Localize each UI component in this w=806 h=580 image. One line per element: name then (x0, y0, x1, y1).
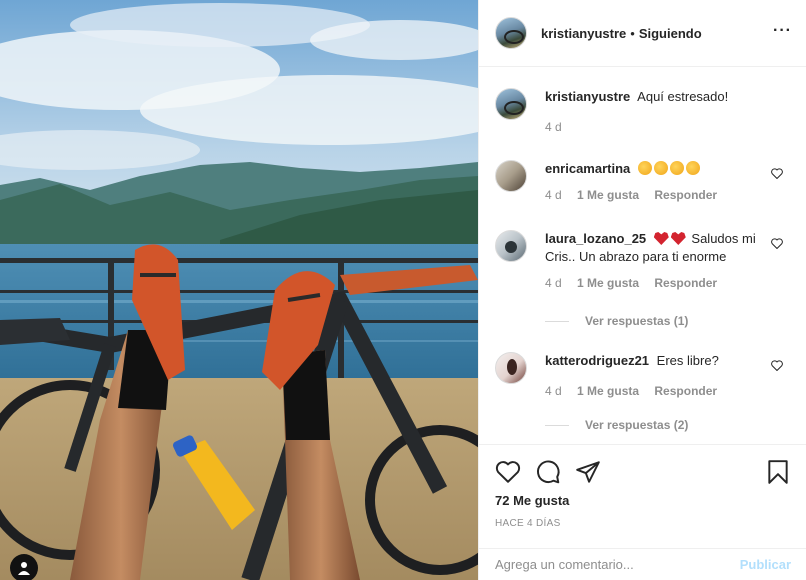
comment-item: katterodriguez21 Eres libre? 4 d 1 Me gu… (495, 352, 791, 400)
avatar[interactable] (495, 17, 527, 49)
caption-text: Aquí estresado! (637, 89, 729, 104)
reply-button[interactable]: Responder (654, 276, 717, 290)
comment-item: laura_lozano_25 Saludos mi Cris.. Un abr… (495, 230, 791, 292)
avatar[interactable] (495, 352, 527, 384)
avatar[interactable] (495, 88, 527, 120)
comment-item: enricamartina 4 d 1 Me gusta Responder (495, 160, 791, 204)
comment-text: Eres libre? (656, 353, 719, 368)
author-username[interactable]: kristianyustre (541, 26, 626, 41)
caption-time[interactable]: 4 d (545, 120, 562, 134)
follow-status-button[interactable]: Siguiendo (639, 26, 702, 41)
replies-divider (545, 320, 569, 322)
more-horizontal-icon[interactable]: ··· (773, 23, 792, 39)
comment-time[interactable]: 4 d (545, 276, 562, 290)
comment-likes[interactable]: 1 Me gusta (577, 384, 639, 398)
comment-time[interactable]: 4 d (545, 384, 562, 398)
comment-username[interactable]: enricamartina (545, 161, 630, 176)
comment-icon[interactable] (535, 459, 561, 485)
posted-time[interactable]: HACE 4 DÍAS (495, 518, 561, 529)
heart-icon[interactable] (495, 459, 521, 485)
view-replies-button[interactable]: Ver respuestas (1) (545, 314, 688, 328)
reply-button[interactable]: Responder (654, 188, 717, 202)
comment-username[interactable]: katterodriguez21 (545, 353, 649, 368)
cyclist-lake-photo (0, 0, 478, 580)
comment-username[interactable]: laura_lozano_25 (545, 231, 646, 246)
comment-time[interactable]: 4 d (545, 188, 562, 202)
comment-input[interactable] (495, 557, 735, 572)
caption-username[interactable]: kristianyustre (545, 89, 630, 104)
separator-dot: • (630, 25, 635, 41)
like-comment-icon[interactable] (771, 238, 783, 249)
comment-likes[interactable]: 1 Me gusta (577, 276, 639, 290)
likes-count[interactable]: 72 Me gusta (495, 493, 569, 508)
post-header: kristianyustre • Siguiendo ··· (479, 0, 806, 67)
share-icon[interactable] (575, 459, 601, 485)
reply-button[interactable]: Responder (654, 384, 717, 398)
view-replies-label: Ver respuestas (1) (585, 314, 689, 328)
post-details-panel: kristianyustre • Siguiendo ··· kristiany… (478, 0, 806, 580)
post-actions: 72 Me gusta HACE 4 DÍAS (479, 444, 806, 548)
avatar[interactable] (495, 230, 527, 262)
heart-emoji (653, 231, 688, 246)
view-replies-button[interactable]: Ver respuestas (2) (545, 418, 688, 432)
view-replies-label: Ver respuestas (2) (585, 418, 689, 432)
replies-divider (545, 424, 569, 426)
post-photo[interactable] (0, 0, 478, 580)
user-icon (18, 562, 30, 575)
avatar[interactable] (495, 160, 527, 192)
clapping-hands-emoji (637, 161, 702, 176)
post-button[interactable]: Publicar (740, 557, 791, 572)
add-comment-bar: Publicar (479, 548, 806, 580)
comment-likes[interactable]: 1 Me gusta (577, 188, 639, 202)
bookmark-icon[interactable] (765, 459, 791, 485)
tagged-users-button[interactable] (10, 554, 38, 580)
like-comment-icon[interactable] (771, 360, 783, 371)
caption: kristianyustre Aquí estresado! 4 d (495, 88, 791, 136)
like-comment-icon[interactable] (771, 168, 783, 179)
comments-list[interactable]: kristianyustre Aquí estresado! 4 d enric… (479, 68, 806, 444)
